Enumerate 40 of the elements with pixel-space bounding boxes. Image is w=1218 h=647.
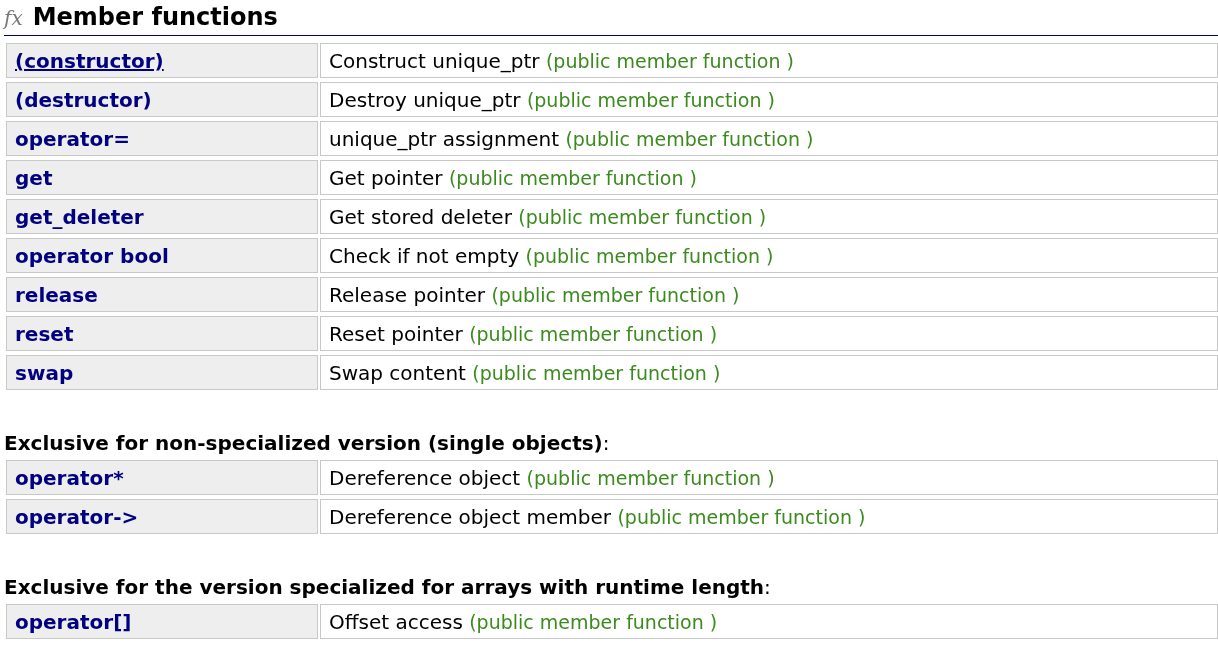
member-type-note: (public member function ): [472, 361, 721, 384]
function-link[interactable]: reset: [15, 321, 74, 346]
member-type-note: (public member function ): [448, 166, 697, 189]
function-link[interactable]: release: [15, 282, 98, 307]
function-link[interactable]: operator->: [15, 504, 139, 529]
member-type-note: (public member function ): [469, 610, 718, 633]
function-link[interactable]: operator bool: [15, 243, 169, 268]
function-link[interactable]: (constructor): [15, 48, 164, 73]
member-type-note: (public member function ): [491, 283, 740, 306]
member-type-note: (public member function ): [545, 49, 794, 72]
function-link[interactable]: operator=: [15, 126, 130, 151]
description-text: Reset pointer: [329, 321, 463, 346]
member-type-note: (public member function ): [469, 322, 718, 345]
function-icon: fx: [4, 7, 23, 28]
subsection-heading: Exclusive for non-specialized version (single objects):: [4, 430, 611, 456]
member-type-note: (public member function ): [526, 88, 775, 111]
description-text: Check if not empty: [329, 243, 520, 268]
function-link[interactable]: get_deleter: [15, 204, 144, 229]
description-text: Offset access: [329, 609, 463, 634]
function-link[interactable]: get: [15, 165, 53, 190]
description-text: Dereference object: [329, 465, 521, 490]
member-type-note: (public member function ): [525, 244, 774, 267]
description-text: Dereference object member: [329, 504, 612, 529]
description-text: Release pointer: [329, 282, 486, 307]
member-type-note: (public member function ): [617, 505, 866, 528]
description-text: unique_ptr assignment: [329, 126, 560, 151]
description-text: Get stored deleter: [329, 204, 512, 229]
description-text: Swap content: [329, 360, 466, 385]
function-link[interactable]: operator[]: [15, 609, 132, 634]
section-title: Member functions: [32, 3, 278, 32]
member-type-note: (public member function ): [526, 466, 775, 489]
subsection-heading: Exclusive for the version specialized for arrays with runtime length:: [4, 574, 772, 600]
member-type-note: (public member function ): [518, 205, 767, 228]
function-link[interactable]: swap: [15, 360, 74, 385]
description-text: Construct unique_ptr: [329, 48, 540, 73]
function-link[interactable]: operator*: [15, 465, 124, 490]
description-text: Destroy unique_ptr: [329, 87, 521, 112]
function-link[interactable]: (destructor): [15, 87, 152, 112]
member-type-note: (public member function ): [565, 127, 814, 150]
description-text: Get pointer: [329, 165, 443, 190]
